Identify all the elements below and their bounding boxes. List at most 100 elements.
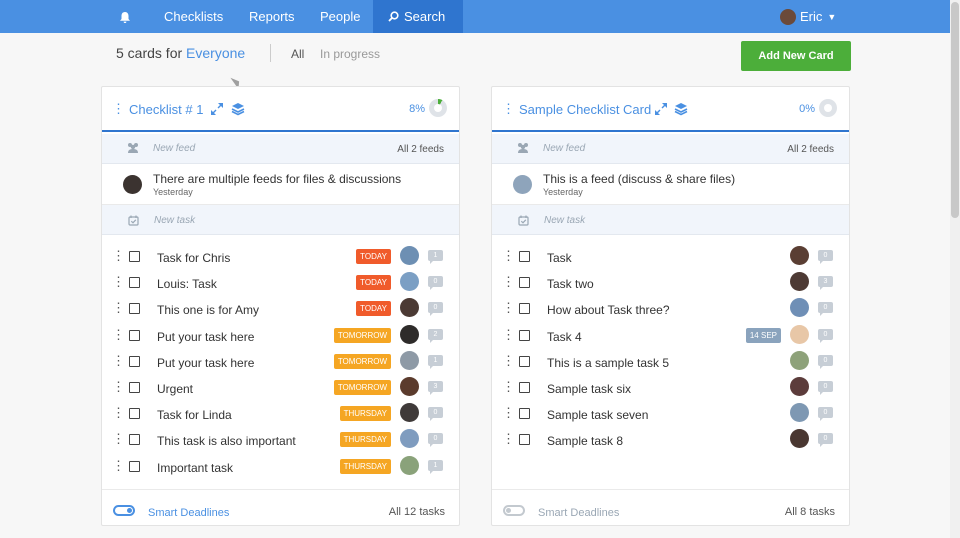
assignee-avatar[interactable] [400,324,419,344]
add-new-card-button[interactable]: Add New Card [741,41,851,71]
task-row[interactable]: ⋮ This task is also important 0 THURSDAY [102,428,459,454]
task-row[interactable]: ⋮ This one is for Amy 0 TODAY [102,297,459,323]
task-name[interactable]: How about Task three? [547,303,670,317]
feed-item[interactable]: There are multiple feeds for files & dis… [102,165,459,205]
comment-count-icon[interactable]: 3 [428,380,443,395]
assignee-avatar[interactable] [790,324,809,344]
task-menu-icon[interactable]: ⋮ [112,249,125,262]
comment-count-icon[interactable]: 3 [818,276,833,291]
assignee-avatar[interactable] [790,298,809,318]
task-name[interactable]: Put your task here [157,356,254,370]
feed-item[interactable]: This is a feed (discuss & share files) Y… [492,165,849,205]
task-menu-icon[interactable]: ⋮ [112,432,125,445]
assignee-avatar[interactable] [400,272,419,292]
all-feeds-link[interactable]: All 2 feeds [787,144,834,155]
new-feed-row[interactable]: New feed All 2 feeds [492,134,849,164]
comment-count-icon[interactable]: 0 [818,380,833,395]
task-menu-icon[interactable]: ⋮ [112,406,125,419]
layers-icon[interactable] [674,102,688,116]
task-checkbox[interactable] [129,381,140,393]
assignee-avatar[interactable] [400,350,419,370]
filter-in-progress[interactable]: In progress [320,47,380,61]
task-checkbox[interactable] [129,460,140,472]
task-checkbox[interactable] [519,277,530,289]
assignee-avatar[interactable] [790,350,809,370]
task-row[interactable]: ⋮ Task 0 [492,245,849,271]
task-checkbox[interactable] [519,251,530,262]
task-name[interactable]: Task for Chris [157,251,230,265]
task-checkbox[interactable] [519,408,530,420]
comment-count-icon[interactable]: 0 [818,433,833,448]
task-menu-icon[interactable]: ⋮ [502,328,515,341]
card-title[interactable]: Sample Checklist Card [519,102,651,117]
comment-count-icon[interactable]: 0 [428,302,443,317]
expand-icon[interactable] [654,102,668,116]
card-menu-icon[interactable]: ⋮ [502,102,515,115]
comment-count-icon[interactable]: 0 [428,407,443,422]
task-checkbox[interactable] [519,434,530,446]
task-row[interactable]: ⋮ Louis: Task 0 TODAY [102,271,459,297]
assignee-avatar[interactable] [400,298,419,318]
task-menu-icon[interactable]: ⋮ [112,328,125,341]
task-checkbox[interactable] [129,434,140,446]
new-task-input[interactable]: New task [544,215,585,226]
scroll-thumb[interactable] [951,2,959,218]
task-menu-icon[interactable]: ⋮ [112,301,125,314]
task-name[interactable]: Sample task six [547,382,631,396]
task-name[interactable]: This task is also important [157,434,296,448]
task-name[interactable]: Task 4 [547,330,582,344]
card-title[interactable]: Checklist # 1 [129,102,203,117]
task-checkbox[interactable] [519,329,530,341]
assignee-avatar[interactable] [790,429,809,449]
task-checkbox[interactable] [129,329,140,341]
task-name[interactable]: Task [547,251,572,265]
task-row[interactable]: ⋮ Task for Linda 0 THURSDAY [102,402,459,428]
new-task-input[interactable]: New task [154,215,195,226]
comment-count-icon[interactable]: 2 [428,328,443,343]
task-row[interactable]: ⋮ Put your task here 2 TOMORROW [102,324,459,350]
assignee-avatar[interactable] [400,246,419,265]
task-row[interactable]: ⋮ Put your task here 1 TOMORROW [102,350,459,376]
comment-count-icon[interactable]: 1 [428,354,443,369]
task-row[interactable]: ⋮ Task 4 0 14 SEP [492,324,849,350]
task-menu-icon[interactable]: ⋮ [112,275,125,288]
assignee-avatar[interactable] [790,272,809,292]
task-checkbox[interactable] [129,303,140,315]
task-row[interactable]: ⋮ Task two 3 [492,271,849,297]
assignee-avatar[interactable] [400,455,419,475]
scope-selector[interactable]: Everyone [186,45,245,61]
task-row[interactable]: ⋮ Urgent 3 TOMORROW [102,376,459,402]
expand-icon[interactable] [210,102,224,116]
smart-deadlines-toggle[interactable] [113,505,135,516]
new-feed-row[interactable]: New feed All 2 feeds [102,134,459,164]
task-menu-icon[interactable]: ⋮ [502,432,515,445]
task-checkbox[interactable] [129,355,140,367]
task-name[interactable]: Sample task seven [547,408,648,422]
assignee-avatar[interactable] [790,246,809,265]
smart-deadlines-label[interactable]: Smart Deadlines [538,507,619,519]
smart-deadlines-toggle[interactable] [503,505,525,516]
comment-count-icon[interactable]: 0 [428,433,443,448]
new-task-row[interactable]: New task [492,205,849,235]
task-menu-icon[interactable]: ⋮ [502,249,515,262]
nav-checklists[interactable]: Checklists [164,0,223,33]
task-row[interactable]: ⋮ Sample task 8 0 [492,428,849,454]
assignee-avatar[interactable] [790,403,809,423]
task-name[interactable]: This one is for Amy [157,303,259,317]
assignee-avatar[interactable] [400,376,419,396]
task-menu-icon[interactable]: ⋮ [502,301,515,314]
task-name[interactable]: Urgent [157,382,193,396]
task-row[interactable]: ⋮ Sample task six 0 [492,376,849,402]
new-feed-input[interactable]: New feed [153,143,195,154]
nav-reports[interactable]: Reports [249,0,295,33]
bell-icon[interactable] [117,0,133,33]
nav-people[interactable]: People [320,0,360,33]
task-menu-icon[interactable]: ⋮ [112,459,125,472]
card-menu-icon[interactable]: ⋮ [112,102,125,115]
task-menu-icon[interactable]: ⋮ [502,275,515,288]
comment-count-icon[interactable]: 0 [818,302,833,317]
new-task-row[interactable]: New task [102,205,459,235]
task-name[interactable]: Task for Linda [157,408,232,422]
task-checkbox[interactable] [129,408,140,420]
all-tasks-link[interactable]: All 12 tasks [389,506,445,518]
